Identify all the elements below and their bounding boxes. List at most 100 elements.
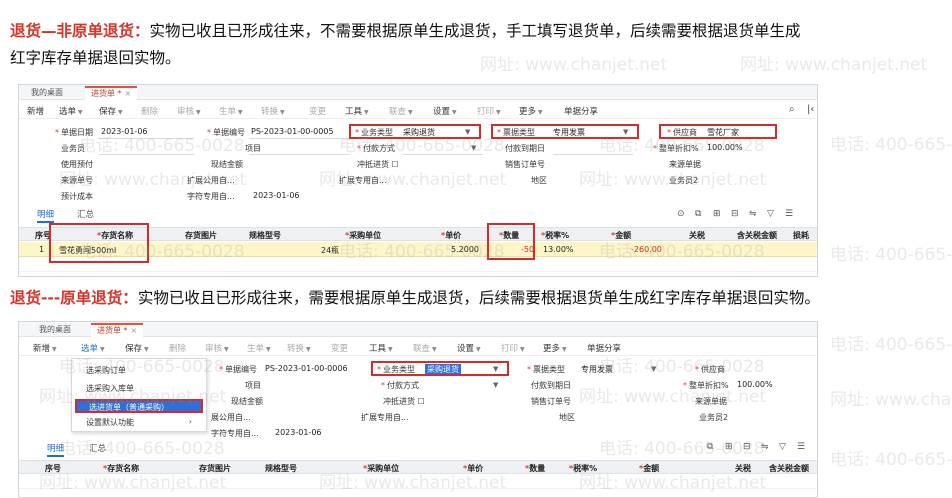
batch-edit-icon[interactable]: ⇋ (749, 209, 757, 219)
doc-no-field[interactable]: PS-2023-01-00-0006 (265, 364, 348, 373)
share-button[interactable]: 单据分享 (587, 342, 621, 354)
change-button[interactable]: 变更 (309, 105, 326, 117)
change-button[interactable]: 变更 (331, 342, 348, 354)
watermark-phone: 电话: 400-665-0028 (599, 439, 765, 459)
invoice-type-label: * 票据类型 (527, 365, 565, 374)
menu-item-purchase-invoice[interactable]: 选进货单（普通采购） (75, 399, 203, 413)
tab-purchase-order[interactable]: 进货单 * × (91, 323, 144, 337)
delete-button[interactable]: 删除 (169, 342, 186, 354)
convert-button[interactable]: 转换 ▼ (287, 342, 311, 354)
tab-my-desktop[interactable]: 我的桌面 (33, 323, 77, 337)
filter-icon[interactable]: ▽ (767, 209, 774, 219)
select-order-button[interactable]: 选单 ▼ (59, 105, 83, 117)
discount-field[interactable]: 100.00% (737, 380, 773, 389)
sales-order-label: 销售订单号 (531, 397, 571, 406)
more-button[interactable]: 更多 ▼ (543, 342, 567, 354)
menu-item-purchase-receipt[interactable]: 选采购入库单 (86, 383, 134, 394)
ext-special-label: 扩展专用自... (339, 176, 387, 185)
query-button[interactable]: 联查 ▼ (389, 105, 413, 117)
ext-special-label: 扩展专用自... (361, 413, 409, 422)
prepay-label: 使用预付 (61, 160, 93, 169)
tab-label: 进货单 * (91, 89, 122, 98)
button-label: 转换 (287, 344, 305, 354)
close-icon[interactable]: × (131, 326, 138, 335)
section1-desc-cont: 红字库存单据退回实物。 (10, 49, 181, 67)
checkbox-icon[interactable]: ☐ (418, 397, 425, 406)
more-button[interactable]: 更多 ▼ (519, 105, 543, 117)
char-special-field[interactable]: 2023-01-06 (275, 428, 322, 437)
share-button[interactable]: 单据分享 (564, 105, 598, 117)
button-label: 保存 (125, 344, 143, 354)
col-duty: 关税 (689, 231, 705, 240)
new-button[interactable]: 新增 ▼ (33, 342, 57, 354)
col-spec: 规格型号 (265, 464, 297, 473)
tab-my-desktop[interactable]: 我的桌面 (25, 86, 69, 100)
doc-no-field[interactable]: PS-2023-01-00-0005 (251, 127, 334, 136)
tab-summary[interactable]: 汇总 (77, 208, 94, 220)
tab-label: 我的桌面 (39, 325, 71, 334)
search-icon[interactable]: ⌕ (789, 104, 795, 115)
delete-row-icon[interactable]: ⊟ (743, 442, 751, 452)
page-watermark-phone: 电话: 400-665-0028 (830, 135, 952, 155)
print-button[interactable]: 打印 ▼ (501, 342, 525, 354)
doc-no-label: * 单据编号 (219, 365, 257, 374)
audit-button[interactable]: 审核 ▼ (177, 105, 201, 117)
generate-button[interactable]: 生单 ▼ (219, 105, 243, 117)
chevron-down-icon: ▼ (476, 346, 481, 353)
copy-row-icon[interactable]: ⧉ (707, 442, 713, 452)
list-settings-icon[interactable]: ☰ (797, 442, 805, 452)
chevron-down-icon: ▼ (266, 346, 271, 353)
list-settings-icon[interactable]: ☰ (785, 209, 793, 219)
chevron-down-icon[interactable]: ▼ (471, 144, 476, 152)
tab-detail[interactable]: 明细 (47, 442, 65, 457)
tools-button[interactable]: 工具 ▼ (369, 342, 393, 354)
cell-price[interactable]: 5.2000 (451, 245, 479, 254)
select-order-button[interactable]: 选单 ▼ (81, 342, 105, 354)
delete-row-icon[interactable]: ⊟ (731, 209, 739, 219)
convert-button[interactable]: 转换 ▼ (261, 105, 285, 117)
cell-tax[interactable]: 13.00% (543, 245, 574, 254)
close-icon[interactable]: × (125, 89, 132, 98)
tab-summary[interactable]: 汇总 (89, 442, 106, 454)
invoice-type-select[interactable]: 专用发票 (581, 364, 613, 375)
generate-button[interactable]: 生单 ▼ (247, 342, 271, 354)
char-special-field[interactable]: 2023-01-06 (253, 191, 300, 200)
chevron-down-icon: ▼ (364, 109, 369, 116)
chevron-down-icon[interactable]: ▼ (651, 365, 656, 373)
chevron-down-icon: ▼ (408, 109, 413, 116)
tab-detail[interactable]: 明细 (37, 208, 55, 223)
settings-button[interactable]: 设置 ▼ (457, 342, 481, 354)
settings-button[interactable]: 设置 ▼ (433, 105, 457, 117)
collapse-icon[interactable]: |‹ (807, 104, 814, 115)
chevron-down-icon: ▼ (452, 109, 457, 116)
cell-amount[interactable]: -260.00 (631, 245, 662, 254)
filter-icon[interactable]: ▽ (779, 442, 786, 452)
checkbox-icon[interactable]: ☐ (392, 160, 399, 169)
delete-button[interactable]: 删除 (141, 105, 158, 117)
tab-purchase-order[interactable]: 进货单 * × (85, 86, 138, 100)
chevron-down-icon: ▼ (118, 109, 123, 116)
chevron-down-icon[interactable]: ▼ (493, 381, 498, 389)
new-button[interactable]: 新增 (27, 105, 44, 117)
date-field[interactable]: 2023-01-06 (101, 127, 148, 136)
cell-unit[interactable]: 24瓶 (321, 245, 339, 256)
location-icon[interactable]: ⊙ (677, 209, 685, 219)
chevron-down-icon: ▼ (306, 346, 311, 353)
print-button[interactable]: 打印 ▼ (477, 105, 501, 117)
chevron-down-icon: ▼ (144, 346, 149, 353)
save-button[interactable]: 保存 ▼ (99, 105, 123, 117)
menu-item-default-function[interactable]: 设置默认功能 › (86, 417, 192, 428)
empty-row (19, 475, 817, 489)
menu-item-purchase-order[interactable]: 选采购订单 (86, 365, 126, 376)
audit-button[interactable]: 审核 ▼ (205, 342, 229, 354)
pay-date-label: 付款到期日 (505, 144, 545, 153)
tools-button[interactable]: 工具 ▼ (345, 105, 369, 117)
save-button[interactable]: 保存 ▼ (125, 342, 149, 354)
insert-row-icon[interactable]: ⊞ (725, 442, 733, 452)
query-button[interactable]: 联查 ▼ (413, 342, 437, 354)
chevron-down-icon: ▼ (78, 109, 83, 116)
batch-edit-icon[interactable]: ⇋ (761, 442, 769, 452)
insert-row-icon[interactable]: ⊞ (713, 209, 721, 219)
discount-field[interactable]: 100.00% (707, 143, 743, 152)
copy-row-icon[interactable]: ⧉ (695, 209, 701, 219)
